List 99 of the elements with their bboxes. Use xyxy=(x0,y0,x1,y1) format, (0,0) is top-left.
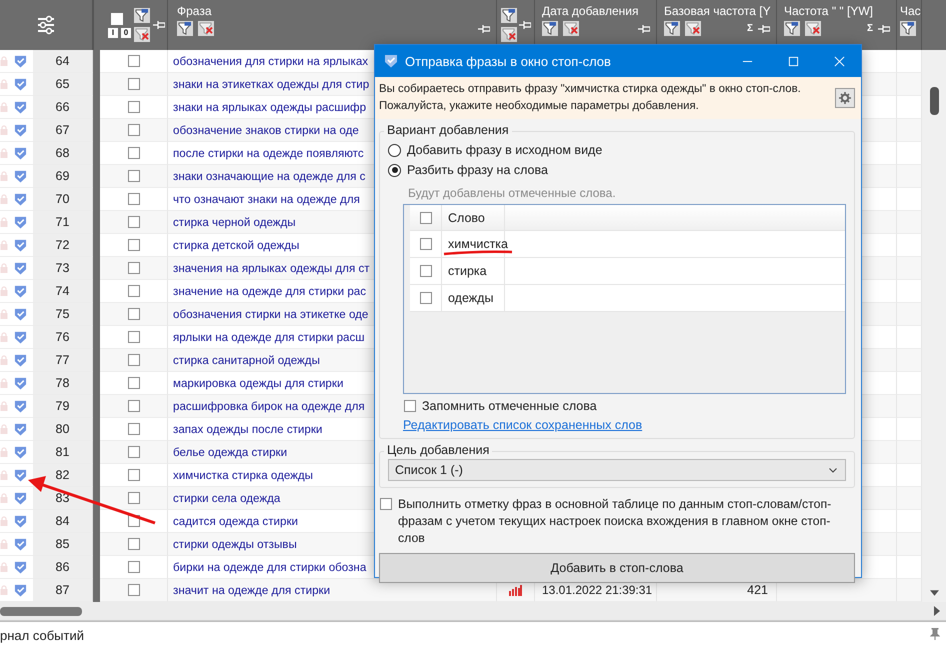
row-number: 79 xyxy=(56,399,70,413)
row-number: 74 xyxy=(56,284,70,298)
phrase-text[interactable]: стирка санитарной одежды xyxy=(173,354,320,366)
table-row[interactable]: 85 xyxy=(0,533,93,556)
row-number: 78 xyxy=(56,376,70,390)
word-text: химчистка xyxy=(448,237,508,251)
table-row[interactable]: 74 xyxy=(0,280,93,303)
phrase-text[interactable]: стирка детской одежды xyxy=(173,238,300,252)
phrase-text[interactable]: значение на одежде для стирки рас xyxy=(173,284,366,298)
table-row[interactable]: 79 xyxy=(0,395,93,418)
table-row[interactable]: 64 xyxy=(0,50,93,73)
row-number: 66 xyxy=(56,100,70,114)
phrase-text[interactable]: стирки одежды отзывы xyxy=(173,538,297,550)
row-number: 81 xyxy=(56,445,70,459)
row-number: 86 xyxy=(56,560,70,574)
phrase-text[interactable]: запах одежды после стирки xyxy=(173,422,322,436)
table-row[interactable]: 84 xyxy=(0,510,93,533)
phrase-text[interactable]: что означают знаки на одежде для xyxy=(173,192,360,206)
group-title: Вариант добавления xyxy=(384,123,512,137)
phrase-text[interactable]: значит на одежде для стирки xyxy=(173,584,330,596)
table-row[interactable]: 86 xyxy=(0,556,93,579)
phrase-text[interactable]: обозначения для стирки на ярлыках xyxy=(173,54,368,68)
column-header[interactable]: Базовая частота [Y xyxy=(664,4,770,18)
row-number: 73 xyxy=(56,261,70,275)
table-row[interactable]: 78 xyxy=(0,372,93,395)
phrase-text[interactable]: обозначение знаков стирки на оде xyxy=(173,124,359,136)
row-number: 76 xyxy=(56,330,70,344)
table-row[interactable]: 72 xyxy=(0,234,93,257)
table-row[interactable]: 67 xyxy=(0,119,93,142)
table-row[interactable]: 81 xyxy=(0,441,93,464)
column-header[interactable]: Частота " " [YW] xyxy=(784,4,890,18)
toggle-button[interactable]: I xyxy=(108,28,118,38)
target-dropdown[interactable]: Список 1 (-) xyxy=(388,459,846,481)
table-row[interactable]: 66 xyxy=(0,96,93,119)
word-text: одежды xyxy=(448,291,494,305)
phrase-text[interactable]: обозначения стирки на этикетке оде xyxy=(173,308,368,320)
hint-text: Будут добавлены отмеченные слова. xyxy=(408,186,617,200)
checkbox-label[interactable]: Запомнить отмеченные слова xyxy=(422,399,597,413)
row-number: 65 xyxy=(56,77,70,91)
phrase-text[interactable]: маркировка одежды для стирки xyxy=(173,376,344,390)
row-number: 80 xyxy=(56,422,70,436)
row-number: 87 xyxy=(56,583,70,597)
toggle-button[interactable]: 0 xyxy=(121,28,131,38)
row-number: 70 xyxy=(56,192,70,206)
window-title: Отправка фразы в окно стоп-слов xyxy=(405,54,611,68)
table-row[interactable]: 75 xyxy=(0,303,93,326)
row-number: 72 xyxy=(56,238,70,252)
panel-title: рнал событий xyxy=(0,628,84,643)
phrase-text[interactable]: стирки села одежда xyxy=(173,492,280,504)
phrase-text[interactable]: знаки на этикетках одежды для стир xyxy=(173,78,370,90)
info-message: Вы собираетесь отправить фразу "химчистка стирка одежды" в окно стоп-слов. Пожалуйста, укажите необходимые параметры добавления. xyxy=(379,82,802,114)
column-header[interactable]: Фраза xyxy=(177,4,490,18)
row-number: 85 xyxy=(56,537,70,551)
row-number: 64 xyxy=(56,54,70,68)
column-header[interactable]: Слово xyxy=(448,210,485,224)
column-header[interactable]: Дата добавления xyxy=(542,4,650,18)
option-label[interactable]: Добавить фразу в исходном виде xyxy=(407,143,602,157)
table-row[interactable]: 73 xyxy=(0,257,93,280)
table-row[interactable]: 69 xyxy=(0,165,93,188)
sum-button[interactable]: Σ xyxy=(746,23,753,34)
table-row[interactable]: значит на одежде для стирки 13.01.2022 21:39:31 421 xyxy=(100,579,922,602)
column-header[interactable]: Час xyxy=(900,4,921,18)
phrase-text[interactable]: бирки на одежде для стирки обозна xyxy=(173,560,366,574)
table-row[interactable]: 82 xyxy=(0,464,93,487)
table-row[interactable]: 65 xyxy=(0,73,93,96)
table-row[interactable]: 70 xyxy=(0,188,93,211)
phrase-text[interactable]: знаки означающие на одежде для с xyxy=(173,170,366,182)
table-row[interactable]: 76 xyxy=(0,326,93,349)
phrase-text[interactable]: значения на ярлыках одежды для ст xyxy=(173,262,370,274)
row-number: 67 xyxy=(56,123,70,137)
row-number: 69 xyxy=(56,169,70,183)
phrase-text[interactable]: химчистка стирка одежды xyxy=(173,468,314,482)
row-number: 77 xyxy=(56,353,70,367)
table-row[interactable]: 68 xyxy=(0,142,93,165)
phrase-text[interactable]: знаки на ярлыках одежды расшифр xyxy=(173,100,366,114)
date-text: 13.01.2022 21:39:31 xyxy=(542,583,652,597)
checkbox-label[interactable]: Выполнить отметку фраз в основной таблице по данным стоп-словам/стоп-фразам с учетом текущих настроек поиска вхождения в главном окне стоп-слов xyxy=(398,496,855,547)
phrase-text[interactable]: белье одежда стирки xyxy=(173,446,288,458)
phrase-text[interactable]: расшифровка бирок на одежде для xyxy=(173,400,365,412)
add-button[interactable]: Добавить в стоп-слова xyxy=(379,553,855,583)
table-row[interactable]: 71 xyxy=(0,211,93,234)
phrase-text[interactable]: ярлыки на одежде для стирки расш xyxy=(173,330,365,344)
group-title: Цель добавления xyxy=(384,443,492,457)
table-row[interactable]: 77 xyxy=(0,349,93,372)
table-row[interactable]: 87 xyxy=(0,579,93,602)
table-row[interactable]: 80 xyxy=(0,418,93,441)
row-number: 75 xyxy=(56,307,70,321)
row-number: 84 xyxy=(56,514,70,528)
phrase-text[interactable]: стирка черной одежды xyxy=(173,216,296,228)
option-label[interactable]: Разбить фразу на слова xyxy=(407,163,548,177)
edit-list-link[interactable]: Редактировать список сохраненных слов xyxy=(403,418,642,432)
row-number: 82 xyxy=(56,468,70,482)
sum-button[interactable]: Σ xyxy=(866,23,873,34)
phrase-text[interactable]: после стирки на одежде появляютс xyxy=(173,146,364,160)
word-text: стирка xyxy=(448,264,487,278)
frequency-value: 421 xyxy=(747,583,768,597)
row-number: 68 xyxy=(56,146,70,160)
row-number: 71 xyxy=(56,215,70,229)
phrase-text[interactable]: садится одежда стирки xyxy=(173,514,298,528)
